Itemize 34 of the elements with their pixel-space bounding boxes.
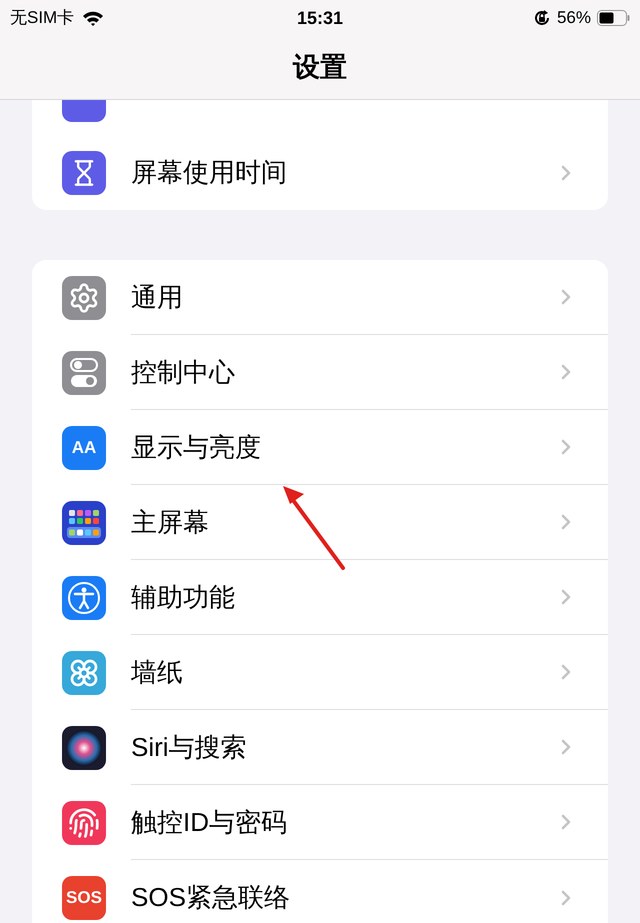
icon-label: SOS xyxy=(66,889,102,906)
fingerprint-icon xyxy=(68,806,100,838)
row-label: Siri与搜索 xyxy=(131,730,248,764)
flower-icon xyxy=(68,656,100,688)
row-label: 显示与亮度 xyxy=(131,430,262,464)
settings-row[interactable]: 通用 xyxy=(32,260,608,335)
settings-row[interactable]: 辅助功能 xyxy=(32,560,608,635)
row-label: 主屏幕 xyxy=(131,506,210,538)
settings-row[interactable]: 墙纸 xyxy=(32,635,608,710)
settings-row[interactable]: 触控ID与密码 xyxy=(32,785,608,860)
page-title: 设置 xyxy=(293,51,347,84)
row-label: 辅助功能 xyxy=(131,580,236,614)
settings-row[interactable]: AA 显示与亮度 xyxy=(32,410,608,485)
settings-row[interactable]: 主屏幕 xyxy=(32,485,608,560)
row-label: 控制中心 xyxy=(131,356,236,388)
row-label: 触控ID与密码 xyxy=(131,806,288,838)
row-label: SOS紧急联络 xyxy=(131,881,291,914)
wifi-icon xyxy=(82,10,104,26)
settings-row[interactable]: SOS SOS紧急联络 xyxy=(32,860,608,923)
gear-icon xyxy=(68,282,100,314)
row-label: 墙纸 xyxy=(131,656,184,688)
icon-label: AA xyxy=(72,439,96,456)
settings-row[interactable]: 屏幕使用时间 xyxy=(32,135,608,210)
toggles-icon xyxy=(70,358,98,388)
clock-time: 15:31 xyxy=(296,6,344,30)
row-label: 通用 xyxy=(131,280,184,314)
battery-icon xyxy=(596,10,630,26)
settings-row[interactable]: 控制中心 xyxy=(32,335,608,410)
rotation-lock-icon xyxy=(532,9,551,27)
battery-percent: 56% xyxy=(556,7,591,30)
settings-row[interactable]: Siri与搜索 xyxy=(32,710,608,785)
app-grid-icon xyxy=(67,508,101,538)
carrier-label: 无SIM卡 xyxy=(10,7,74,30)
row-label: 屏幕使用时间 xyxy=(131,156,288,189)
